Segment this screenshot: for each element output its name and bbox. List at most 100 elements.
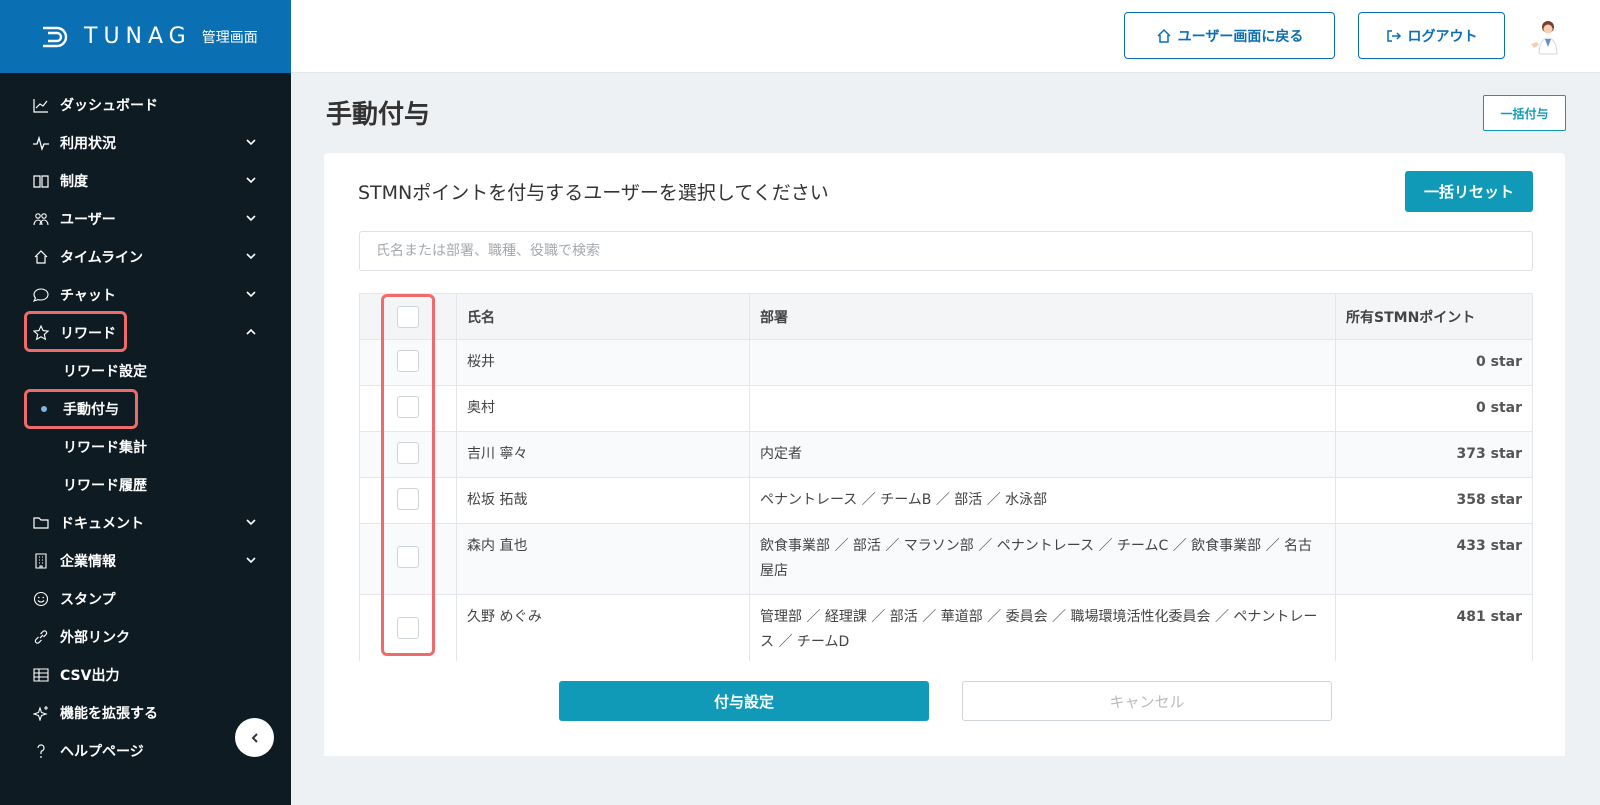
logout-icon [1386,29,1401,42]
chevron-down-icon [246,253,256,260]
row-checkbox-cell [359,594,457,666]
select-all-checkbox[interactable] [397,305,419,328]
row-checkbox[interactable] [397,488,419,510]
sidebar-item-label: 利用状況 [60,136,116,152]
sidebar-subitem-reward-history[interactable]: リワード履歴 [0,466,291,504]
table-row[interactable]: 松坂 拓哉 ペナントレース ／ チームB ／ 部活 ／ 水泳部 358 star [359,477,1533,524]
cell-name: 吉川 寧々 [456,431,750,478]
users-icon [32,210,50,228]
collapse-sidebar-button[interactable] [235,718,274,757]
brand-sub: 管理画面 [201,29,258,46]
row-checkbox[interactable] [397,546,419,568]
back-to-user-label: ユーザー画面に戻る [1177,28,1304,45]
search-input[interactable] [359,231,1533,271]
logout-button[interactable]: ログアウト [1358,12,1505,59]
home-icon [1157,28,1171,43]
sidebar-item-label: リワード [60,326,116,342]
bulk-grant-button[interactable]: 一括付与 [1483,95,1566,131]
sidebar-item-dashboard[interactable]: ダッシュボード [0,86,291,124]
sidebar-subitem-label: リワード履歴 [63,478,147,494]
cell-dept [749,385,1336,432]
cell-name: 久野 めぐみ [456,594,750,666]
sparkle-icon [32,704,50,722]
sidebar-item-label: ドキュメント [60,516,144,532]
table-row[interactable]: 久野 めぐみ 管理部 ／ 経理課 ／ 部活 ／ 華道部 ／ 委員会 ／ 職場環境… [359,594,1533,666]
cell-dept [749,339,1336,386]
cell-name: 森内 直也 [456,523,750,595]
sidebar-item-usage[interactable]: 利用状況 [0,124,291,162]
sidebar-subitem-reward-settings[interactable]: リワード設定 [0,352,291,390]
cell-points: 358 star [1335,477,1533,524]
sidebar-item-external-links[interactable]: 外部リンク [0,618,291,656]
select-all-cell [359,293,457,340]
sidebar-item-chat[interactable]: チャット [0,276,291,314]
table-row[interactable]: 吉川 寧々 内定者 373 star [359,431,1533,478]
sidebar-item-label: 外部リンク [60,630,130,646]
table-row[interactable]: 桜井 0 star [359,339,1533,386]
sidebar-item-documents[interactable]: ドキュメント [0,504,291,542]
row-checkbox-cell [359,477,457,524]
row-checkbox[interactable] [397,350,419,372]
row-checkbox[interactable] [397,617,419,639]
sidebar-item-label: 企業情報 [60,554,116,570]
star-icon [32,324,50,342]
cell-points: 373 star [1335,431,1533,478]
sidebar-item-label: 制度 [60,174,88,190]
cell-dept: ペナントレース ／ チームB ／ 部活 ／ 水泳部 [749,477,1336,524]
table-icon [32,666,50,684]
grant-settings-button[interactable]: 付与設定 [559,681,929,721]
sidebar-item-label: チャット [60,288,116,304]
building-icon [32,552,50,570]
sidebar-subitem-reward-summary[interactable]: リワード集計 [0,428,291,466]
chevron-down-icon [246,139,256,146]
sidebar-subitem-label: リワード集計 [63,440,147,456]
sidebar-item-system[interactable]: 制度 [0,162,291,200]
sidebar-item-label: ヘルプページ [60,744,144,760]
sidebar-item-users[interactable]: ユーザー [0,200,291,238]
sidebar-item-label: 機能を拡張する [60,706,158,722]
row-checkbox[interactable] [397,442,419,464]
sidebar-item-reward[interactable]: リワード [0,314,291,352]
cell-dept: 管理部 ／ 経理課 ／ 部活 ／ 華道部 ／ 委員会 ／ 職場環境活性化委員会 … [749,594,1336,666]
sidebar-subitem-manual-grant[interactable]: 手動付与 [0,390,291,428]
cell-name: 奥村 [456,385,750,432]
sidebar-subitem-label: 手動付与 [63,402,119,418]
sidebar-item-stamps[interactable]: スタンプ [0,580,291,618]
logout-label: ログアウト [1407,28,1478,45]
cell-points: 481 star [1335,594,1533,666]
bulk-reset-button[interactable]: 一括リセット [1405,171,1533,212]
chevron-down-icon [246,557,256,564]
avatar[interactable] [1527,18,1563,56]
chevron-down-icon [246,177,256,184]
back-to-user-button[interactable]: ユーザー画面に戻る [1124,12,1335,59]
chevron-down-icon [246,519,256,526]
brand-header[interactable]: TUNAG 管理画面 [0,0,291,73]
column-header-dept: 部署 [749,293,1336,340]
row-checkbox-cell [359,385,457,432]
card-title: STMNポイントを付与するユーザーを選択してください [358,182,829,204]
folder-icon [32,514,50,532]
table-row[interactable]: 森内 直也 飲食事業部 ／ 部活 ／ マラソン部 ／ ペナントレース ／ チーム… [359,523,1533,595]
sidebar-item-timeline[interactable]: タイムライン [0,238,291,276]
cell-points: 0 star [1335,385,1533,432]
cell-name: 桜井 [456,339,750,386]
row-checkbox-cell [359,431,457,478]
sidebar-subitem-label: リワード設定 [63,364,147,380]
cell-dept: 飲食事業部 ／ 部活 ／ マラソン部 ／ ペナントレース ／ チームC ／ 飲食… [749,523,1336,595]
row-checkbox[interactable] [397,396,419,418]
column-header-name: 氏名 [456,293,750,340]
tunag-logo-icon [43,26,68,47]
pulse-icon [32,134,50,152]
sidebar-item-label: ダッシュボード [60,98,158,114]
row-checkbox-cell [359,523,457,595]
cell-dept: 内定者 [749,431,1336,478]
chart-icon [32,96,50,114]
book-icon [32,172,50,190]
cell-name: 松坂 拓哉 [456,477,750,524]
sidebar-item-company[interactable]: 企業情報 [0,542,291,580]
sidebar-item-csv[interactable]: CSV出力 [0,656,291,694]
home-icon [32,248,50,266]
sidebar-item-label: スタンプ [60,592,116,608]
table-row[interactable]: 奥村 0 star [359,385,1533,432]
cancel-button[interactable]: キャンセル [962,681,1332,721]
